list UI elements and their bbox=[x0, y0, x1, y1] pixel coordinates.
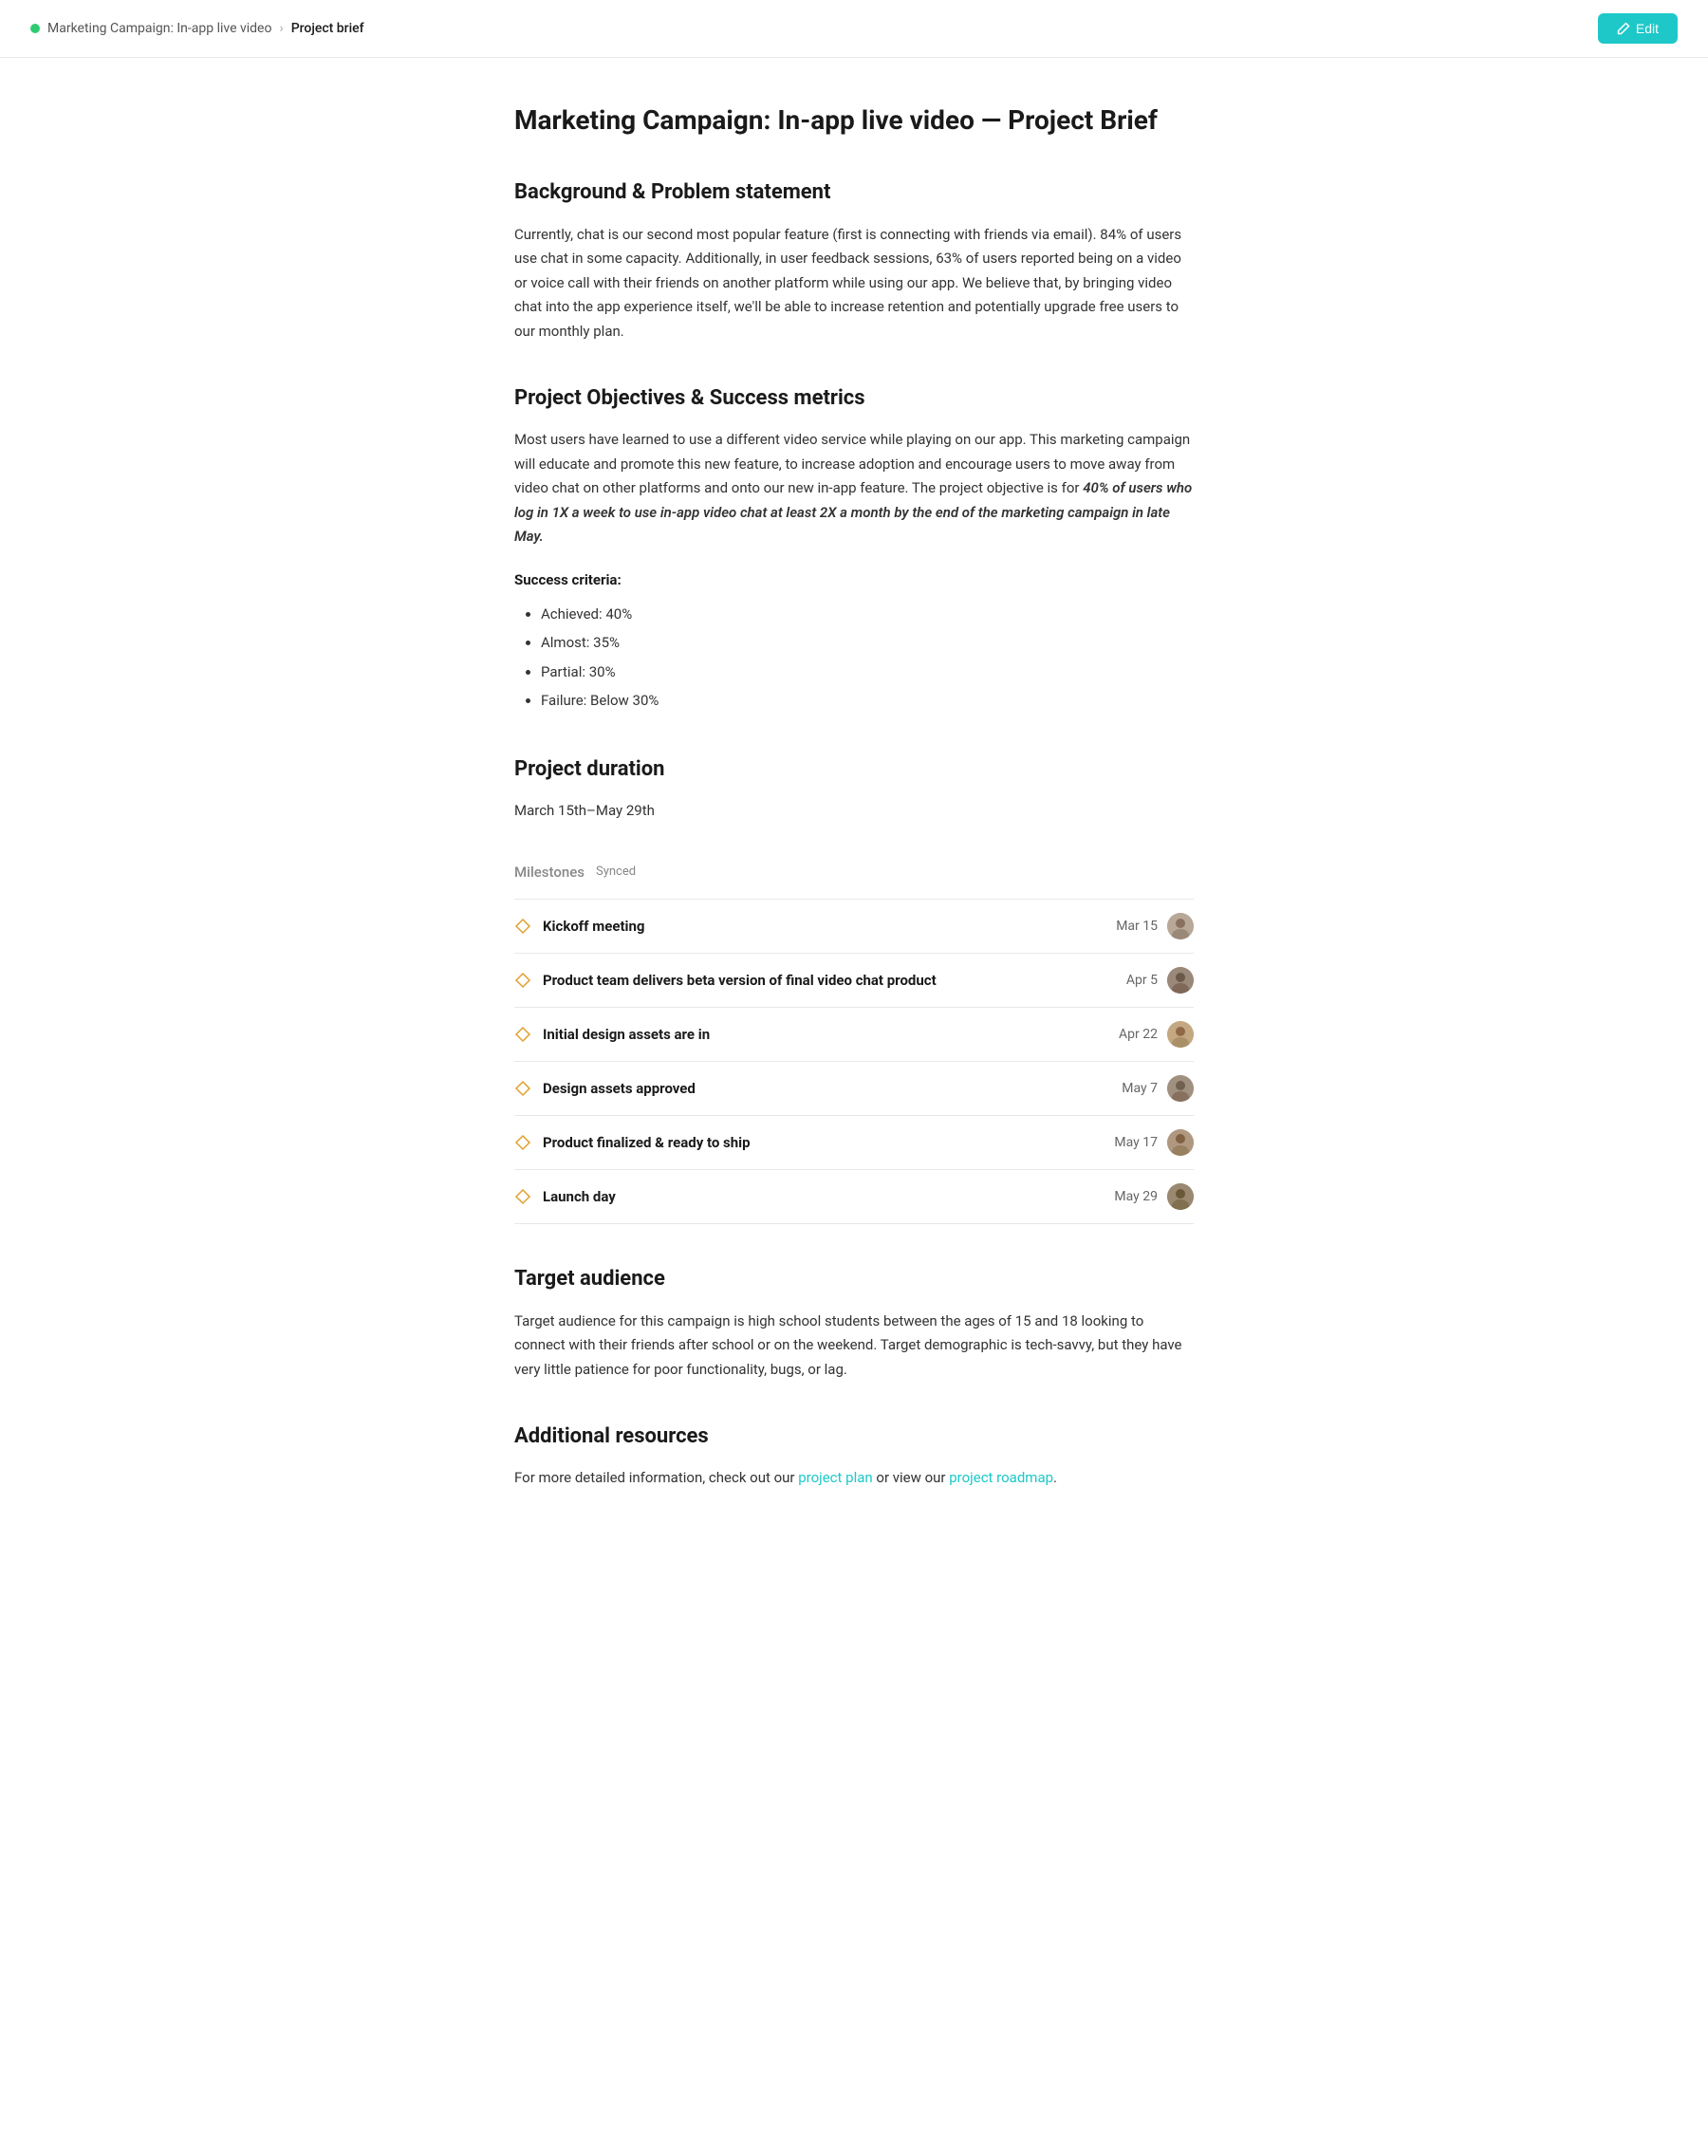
section-milestones: Milestones Synced Kickoff meeting Mar 15 bbox=[514, 861, 1194, 1224]
edit-icon bbox=[1617, 22, 1630, 35]
milestone-name: Initial design assets are in bbox=[543, 1023, 710, 1046]
milestone-left: Kickoff meeting bbox=[514, 915, 644, 938]
avatar-image bbox=[1167, 1183, 1194, 1210]
milestone-left: Design assets approved bbox=[514, 1077, 696, 1100]
list-item: Almost: 35% bbox=[541, 629, 1194, 657]
milestone-right: Apr 5 bbox=[1126, 967, 1194, 994]
duration-text: March 15th–May 29th bbox=[514, 799, 1194, 824]
milestone-date: May 7 bbox=[1122, 1078, 1158, 1099]
section-additional-resources: Additional resources For more detailed i… bbox=[514, 1420, 1194, 1491]
milestone-diamond-icon bbox=[514, 1188, 531, 1205]
background-text: Currently, chat is our second most popul… bbox=[514, 223, 1194, 344]
additional-resources-text-before: For more detailed information, check out… bbox=[514, 1469, 798, 1486]
target-audience-heading: Target audience bbox=[514, 1262, 1194, 1295]
section-background: Background & Problem statement Currently… bbox=[514, 176, 1194, 344]
milestone-item: Product team delivers beta version of fi… bbox=[514, 953, 1194, 1007]
section-objectives: Project Objectives & Success metrics Mos… bbox=[514, 381, 1194, 715]
avatar bbox=[1167, 1129, 1194, 1156]
milestone-diamond-icon bbox=[514, 1026, 531, 1043]
objectives-text: Most users have learned to use a differe… bbox=[514, 428, 1194, 549]
list-item: Failure: Below 30% bbox=[541, 687, 1194, 715]
edit-label: Edit bbox=[1636, 21, 1659, 36]
avatar-image bbox=[1167, 967, 1194, 994]
milestone-date: Apr 22 bbox=[1119, 1024, 1158, 1045]
milestone-date: May 29 bbox=[1114, 1186, 1158, 1207]
milestone-right: May 7 bbox=[1122, 1075, 1194, 1102]
avatar-image bbox=[1167, 913, 1194, 939]
main-content: Marketing Campaign: In-app live video — … bbox=[484, 58, 1224, 1605]
avatar-image bbox=[1167, 1129, 1194, 1156]
milestone-name: Launch day bbox=[543, 1185, 616, 1208]
milestone-item: Launch day May 29 bbox=[514, 1169, 1194, 1224]
milestone-item: Design assets approved May 7 bbox=[514, 1061, 1194, 1115]
top-bar: Marketing Campaign: In-app live video › … bbox=[0, 0, 1708, 58]
avatar-image bbox=[1167, 1021, 1194, 1048]
project-plan-link[interactable]: project plan bbox=[798, 1469, 872, 1486]
breadcrumb-chevron-icon: › bbox=[279, 18, 283, 39]
breadcrumb-current: Project brief bbox=[291, 18, 364, 39]
milestone-name: Product team delivers beta version of fi… bbox=[543, 969, 937, 992]
milestone-right: May 29 bbox=[1114, 1183, 1194, 1210]
success-criteria-label: Success criteria: bbox=[514, 568, 1194, 591]
page-title: Marketing Campaign: In-app live video — … bbox=[514, 103, 1194, 138]
milestone-right: Apr 22 bbox=[1119, 1021, 1194, 1048]
milestone-name: Product finalized & ready to ship bbox=[543, 1131, 751, 1154]
avatar bbox=[1167, 1075, 1194, 1102]
milestone-diamond-icon bbox=[514, 972, 531, 989]
additional-resources-text-after: . bbox=[1053, 1469, 1057, 1486]
milestone-right: Mar 15 bbox=[1116, 913, 1194, 939]
target-audience-text: Target audience for this campaign is hig… bbox=[514, 1310, 1194, 1383]
milestone-item: Kickoff meeting Mar 15 bbox=[514, 899, 1194, 953]
project-status-dot bbox=[30, 24, 40, 33]
milestone-date: May 17 bbox=[1114, 1132, 1158, 1153]
milestone-item: Product finalized & ready to ship May 17 bbox=[514, 1115, 1194, 1169]
section-duration: Project duration March 15th–May 29th bbox=[514, 753, 1194, 824]
milestones-label: Milestones bbox=[514, 861, 585, 883]
milestone-name: Design assets approved bbox=[543, 1077, 696, 1100]
list-item: Partial: 30% bbox=[541, 659, 1194, 686]
milestone-date: Apr 5 bbox=[1126, 970, 1158, 991]
edit-button[interactable]: Edit bbox=[1598, 13, 1678, 44]
list-item: Achieved: 40% bbox=[541, 601, 1194, 628]
avatar bbox=[1167, 1183, 1194, 1210]
milestones-header: Milestones Synced bbox=[514, 861, 1194, 883]
milestone-date: Mar 15 bbox=[1116, 916, 1158, 937]
synced-badge: Synced bbox=[596, 863, 636, 883]
duration-heading: Project duration bbox=[514, 753, 1194, 786]
milestone-left: Product team delivers beta version of fi… bbox=[514, 969, 937, 992]
milestone-left: Product finalized & ready to ship bbox=[514, 1131, 751, 1154]
avatar bbox=[1167, 967, 1194, 994]
milestone-left: Initial design assets are in bbox=[514, 1023, 710, 1046]
section-target-audience: Target audience Target audience for this… bbox=[514, 1262, 1194, 1382]
project-roadmap-link[interactable]: project roadmap bbox=[949, 1469, 1053, 1486]
avatar bbox=[1167, 913, 1194, 939]
background-heading: Background & Problem statement bbox=[514, 176, 1194, 209]
milestone-name: Kickoff meeting bbox=[543, 915, 644, 938]
milestone-item: Initial design assets are in Apr 22 bbox=[514, 1007, 1194, 1061]
breadcrumb: Marketing Campaign: In-app live video › … bbox=[30, 18, 364, 39]
breadcrumb-parent[interactable]: Marketing Campaign: In-app live video bbox=[47, 18, 271, 39]
milestone-left: Launch day bbox=[514, 1185, 616, 1208]
milestone-right: May 17 bbox=[1114, 1129, 1194, 1156]
milestone-diamond-icon bbox=[514, 1080, 531, 1097]
milestone-diamond-icon bbox=[514, 1134, 531, 1151]
additional-resources-heading: Additional resources bbox=[514, 1420, 1194, 1453]
additional-resources-text-middle: or view our bbox=[873, 1469, 950, 1486]
milestone-diamond-icon bbox=[514, 918, 531, 935]
success-criteria-list: Achieved: 40% Almost: 35% Partial: 30% F… bbox=[514, 601, 1194, 715]
avatar-image bbox=[1167, 1075, 1194, 1102]
avatar bbox=[1167, 1021, 1194, 1048]
objectives-heading: Project Objectives & Success metrics bbox=[514, 381, 1194, 415]
additional-resources-text: For more detailed information, check out… bbox=[514, 1466, 1194, 1491]
